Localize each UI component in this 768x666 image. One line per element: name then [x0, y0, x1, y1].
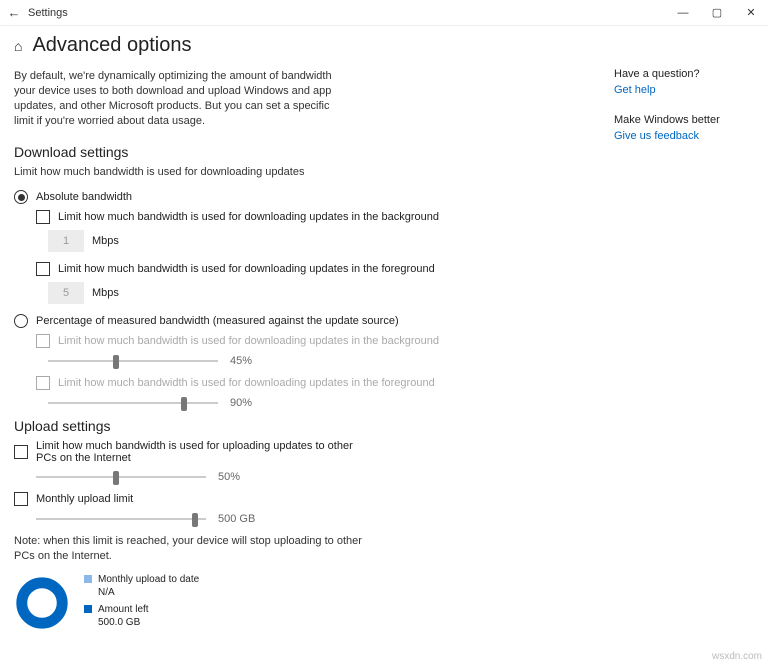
slider-pct-bg: [48, 354, 218, 368]
legend-swatch-uploaded: [84, 575, 92, 583]
download-heading: Download settings: [14, 144, 484, 160]
radio-percentage-label: Percentage of measured bandwidth (measur…: [36, 315, 399, 327]
side-panel: Have a question? Get help Make Windows b…: [614, 34, 754, 633]
pct-bg-value: 45%: [230, 355, 280, 367]
pct-fg-value: 90%: [230, 397, 280, 409]
checkbox-pct-bg: [36, 334, 50, 348]
bg-limit-label: Limit how much bandwidth is used for dow…: [58, 211, 439, 223]
monthly-limit-value: 500 GB: [218, 513, 268, 525]
legend2-title: Amount left: [98, 603, 149, 616]
download-desc: Limit how much bandwidth is used for dow…: [14, 166, 484, 178]
slider-pct-fg: [48, 396, 218, 410]
maximize-button[interactable]: ▢: [700, 0, 734, 26]
upload-limit-value: 50%: [218, 471, 268, 483]
upload-donut-chart: [14, 575, 70, 631]
home-icon[interactable]: ⌂: [14, 38, 22, 54]
help-heading: Have a question?: [614, 68, 754, 80]
main-panel: ⌂ Advanced options By default, we're dyn…: [14, 34, 484, 633]
slider-upload-limit[interactable]: [36, 470, 206, 484]
fg-limit-label: Limit how much bandwidth is used for dow…: [58, 263, 435, 275]
checkbox-monthly-limit[interactable]: [14, 492, 28, 506]
titlebar: ← Settings — ▢ ✕: [0, 0, 768, 26]
get-help-link[interactable]: Get help: [614, 84, 754, 96]
checkbox-fg-limit[interactable]: [36, 262, 50, 276]
intro-text: By default, we're dynamically optimizing…: [14, 69, 344, 128]
bg-limit-unit: Mbps: [92, 235, 119, 247]
monthly-limit-label: Monthly upload limit: [36, 493, 133, 505]
pct-fg-label: Limit how much bandwidth is used for dow…: [58, 377, 435, 389]
legend1-value: N/A: [98, 586, 199, 599]
checkbox-bg-limit[interactable]: [36, 210, 50, 224]
minimize-button[interactable]: —: [666, 0, 700, 26]
legend1-title: Monthly upload to date: [98, 573, 199, 586]
radio-absolute-bandwidth[interactable]: [14, 190, 28, 204]
back-button[interactable]: ←: [0, 5, 28, 20]
checkbox-pct-fg: [36, 376, 50, 390]
watermark: wsxdn.com: [712, 651, 762, 662]
radio-percentage-bandwidth[interactable]: [14, 314, 28, 328]
upload-legend: Monthly upload to date N/A Amount left 5…: [84, 573, 199, 633]
fg-limit-input[interactable]: 5: [48, 282, 84, 304]
upload-limit-label: Limit how much bandwidth is used for upl…: [36, 440, 356, 464]
legend2-value: 500.0 GB: [98, 616, 149, 629]
slider-monthly-limit[interactable]: [36, 512, 206, 526]
feedback-heading: Make Windows better: [614, 114, 754, 126]
pct-bg-label: Limit how much bandwidth is used for dow…: [58, 335, 439, 347]
page-title: Advanced options: [32, 34, 191, 57]
upload-note: Note: when this limit is reached, your d…: [14, 534, 374, 563]
checkbox-upload-limit[interactable]: [14, 445, 28, 459]
feedback-link[interactable]: Give us feedback: [614, 130, 754, 142]
fg-limit-unit: Mbps: [92, 287, 119, 299]
upload-heading: Upload settings: [14, 418, 484, 434]
window-title: Settings: [28, 7, 68, 19]
legend-swatch-left: [84, 605, 92, 613]
bg-limit-input[interactable]: 1: [48, 230, 84, 252]
window-controls: — ▢ ✕: [666, 0, 768, 26]
close-button[interactable]: ✕: [734, 0, 768, 26]
radio-absolute-label: Absolute bandwidth: [36, 191, 132, 203]
